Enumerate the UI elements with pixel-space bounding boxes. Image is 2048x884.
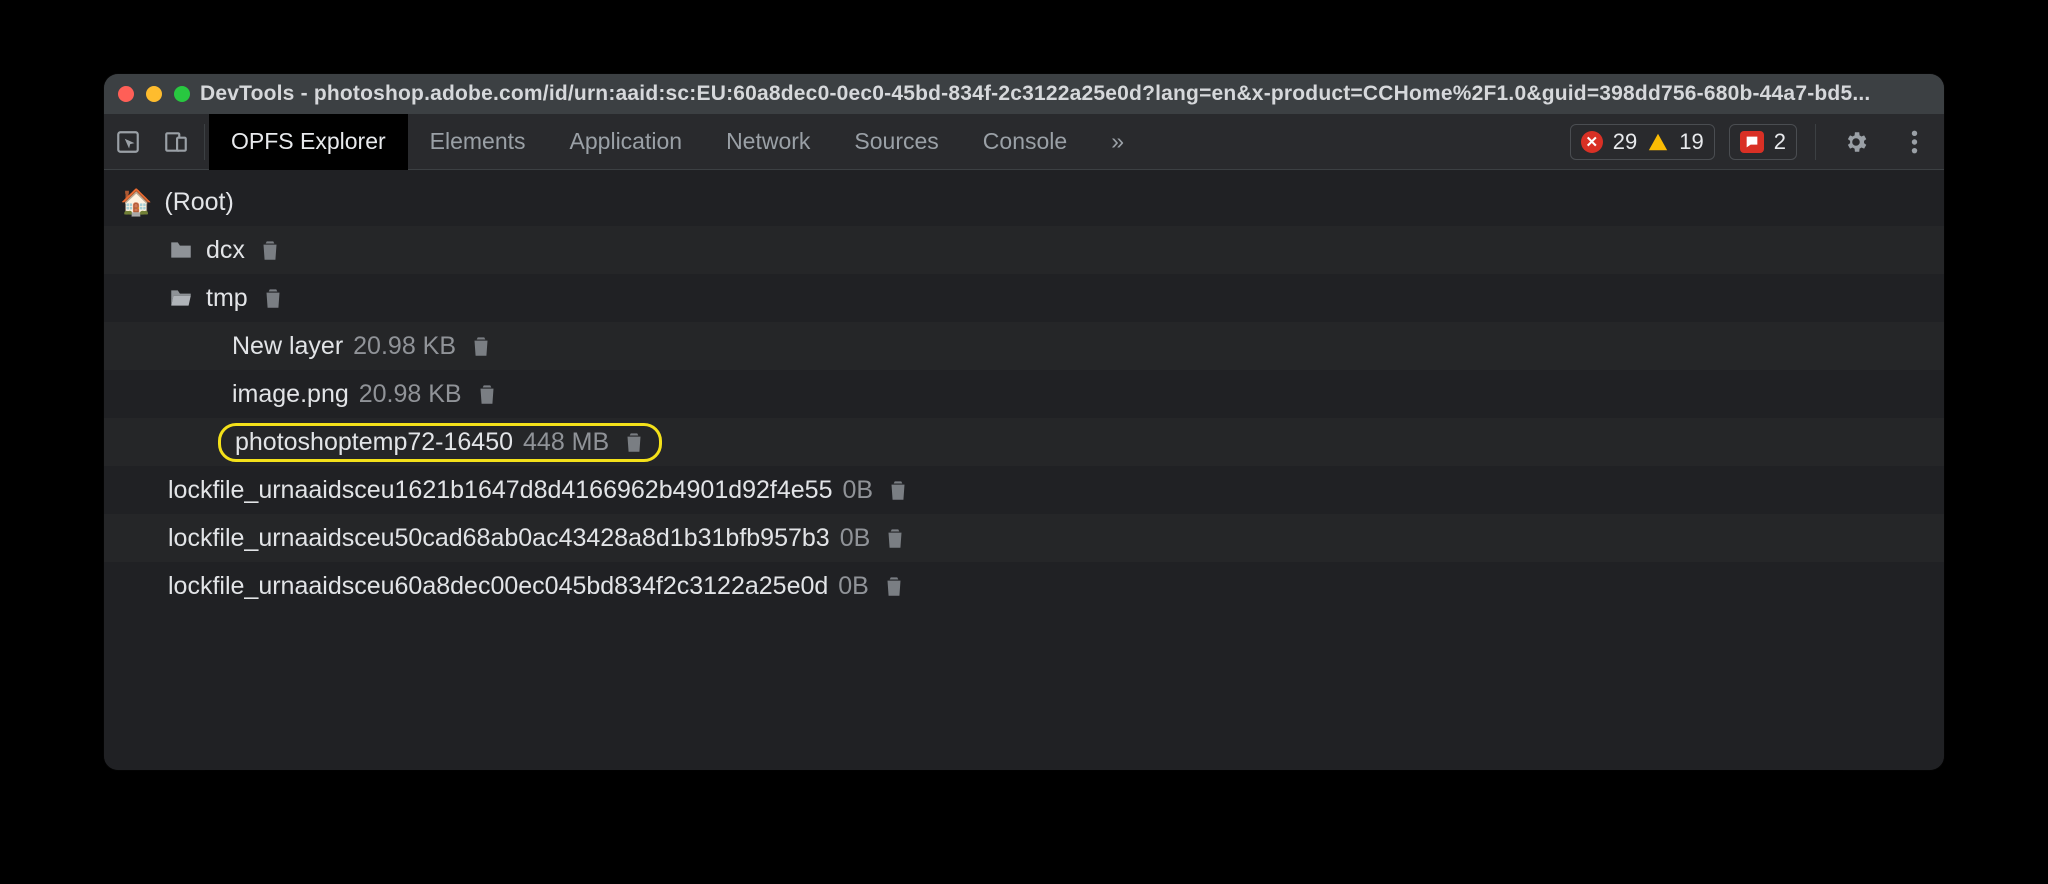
tab-console[interactable]: Console xyxy=(961,114,1089,170)
titlebar: DevTools - photoshop.adobe.com/id/urn:aa… xyxy=(104,74,1944,114)
file-row[interactable]: lockfile_urnaaidsceu1621b1647d8d4166962b… xyxy=(104,466,1944,514)
file-row[interactable]: New layer 20.98 KB xyxy=(104,322,1944,370)
chat-count: 2 xyxy=(1774,129,1786,155)
tabs-overflow-button[interactable]: » xyxy=(1089,114,1146,170)
folder-row[interactable]: tmp xyxy=(104,274,1944,322)
folder-icon xyxy=(168,237,194,263)
close-window-icon[interactable] xyxy=(118,86,134,102)
chat-counter[interactable]: 2 xyxy=(1729,124,1797,160)
error-icon: ✕ xyxy=(1581,131,1603,153)
more-menu-button[interactable] xyxy=(1892,114,1936,170)
file-row[interactable]: lockfile_urnaaidsceu50cad68ab0ac43428a8d… xyxy=(104,514,1944,562)
fullscreen-window-icon[interactable] xyxy=(174,86,190,102)
issues-counter[interactable]: ✕ 29 19 xyxy=(1570,124,1715,160)
highlight-annotation: photoshoptemp72-16450 448 MB xyxy=(218,423,662,462)
devtools-toolbar: OPFS Explorer Elements Application Netwo… xyxy=(104,114,1944,170)
devtools-window: DevTools - photoshop.adobe.com/id/urn:aa… xyxy=(104,74,1944,770)
opfs-tree: 🏠 (Root) dcx tmp New layer 20.98 KB xyxy=(104,170,1944,770)
tab-network[interactable]: Network xyxy=(704,114,832,170)
tab-elements[interactable]: Elements xyxy=(408,114,548,170)
chat-icon xyxy=(1740,131,1764,153)
inspect-element-button[interactable] xyxy=(104,114,152,170)
home-icon: 🏠 xyxy=(120,189,152,215)
trash-icon[interactable] xyxy=(474,381,500,407)
trash-icon[interactable] xyxy=(882,525,908,551)
window-title: DevTools - photoshop.adobe.com/id/urn:aa… xyxy=(200,82,1930,106)
trash-icon[interactable] xyxy=(468,333,494,359)
trash-icon[interactable] xyxy=(885,477,911,503)
file-row[interactable]: image.png 20.98 KB xyxy=(104,370,1944,418)
folder-row[interactable]: dcx xyxy=(104,226,1944,274)
warning-count: 19 xyxy=(1679,129,1703,155)
error-count: 29 xyxy=(1613,129,1637,155)
trash-icon[interactable] xyxy=(621,429,647,455)
trash-icon[interactable] xyxy=(881,573,907,599)
separator xyxy=(1815,124,1816,160)
trash-icon[interactable] xyxy=(260,285,286,311)
file-row-highlighted[interactable]: photoshoptemp72-16450 448 MB xyxy=(104,418,1944,466)
tab-opfs-explorer[interactable]: OPFS Explorer xyxy=(209,114,408,170)
device-toolbar-button[interactable] xyxy=(152,114,200,170)
separator xyxy=(204,124,205,160)
warning-icon xyxy=(1647,131,1669,153)
panel-tabs: OPFS Explorer Elements Application Netwo… xyxy=(209,114,1146,170)
folder-open-icon xyxy=(168,285,194,311)
settings-button[interactable] xyxy=(1834,114,1878,170)
minimize-window-icon[interactable] xyxy=(146,86,162,102)
tab-application[interactable]: Application xyxy=(548,114,705,170)
traffic-lights xyxy=(118,86,190,102)
trash-icon[interactable] xyxy=(257,237,283,263)
tab-sources[interactable]: Sources xyxy=(832,114,960,170)
file-row[interactable]: lockfile_urnaaidsceu60a8dec00ec045bd834f… xyxy=(104,562,1944,610)
tree-root[interactable]: 🏠 (Root) xyxy=(104,178,1944,226)
